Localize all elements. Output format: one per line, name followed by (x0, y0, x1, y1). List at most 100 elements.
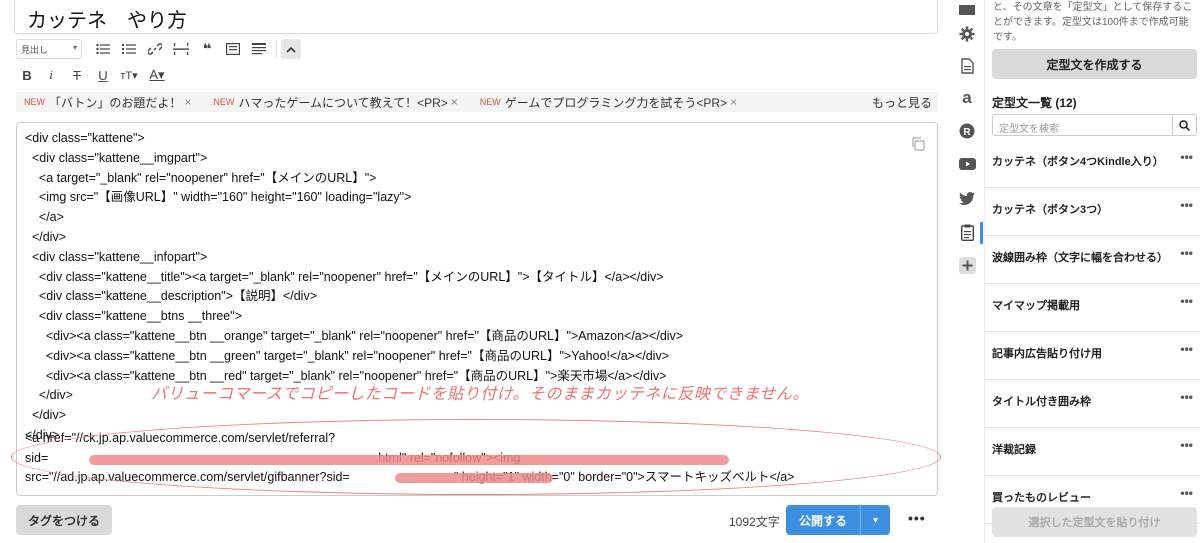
topic-text: ハマったゲームについて教えて！<PR> (238, 95, 448, 110)
template-item[interactable]: 記事内広告貼り付け用 ••• (985, 332, 1200, 380)
handwritten-annotation: バリューコマースでコピーしたコードを貼り付け。そのままカッテネに反映できません。 (151, 384, 809, 403)
align-icon[interactable] (246, 38, 272, 60)
panel-description: と、その文章を「定型文」として保存することができます。定型文は100件まで作成可… (993, 2, 1193, 43)
template-item[interactable]: マイマップ掲載用 ••• (985, 284, 1200, 332)
template-item-name: カッテネ（ボタン4つKindle入り） (992, 156, 1164, 168)
paste-template-button[interactable]: 選択した定型文を貼り付け (992, 507, 1197, 537)
strikethrough-icon[interactable]: T (64, 64, 90, 86)
more-options-icon[interactable]: ••• (1180, 390, 1193, 404)
gear-icon[interactable] (957, 24, 977, 44)
code-line: <div class="kattene__btns __three"> (25, 309, 242, 324)
chevron-down-icon[interactable]: ▾ (861, 515, 890, 526)
code-line: </a> (25, 210, 64, 225)
template-search-input[interactable]: 定型文を検索 (993, 115, 1172, 135)
code-line: <div class="kattene__description">【説明】</… (25, 289, 318, 304)
more-topics-link[interactable]: もっと見る (872, 94, 932, 111)
more-options-icon[interactable]: ••• (1180, 198, 1193, 212)
template-item-name: タイトル付き囲み枠 (992, 396, 1091, 408)
template-item[interactable]: 波線囲み枠（文字に幅を合わせる） ••• (985, 236, 1200, 284)
code-line: <div><a class="kattene__btn __green" tar… (25, 348, 669, 363)
more-options-icon[interactable]: ••• (1180, 294, 1193, 308)
code-line: <img src="【画像URL】" width="160" height="1… (25, 190, 412, 205)
more-options-icon[interactable]: ••• (908, 510, 926, 526)
unordered-list-icon[interactable] (90, 38, 116, 60)
more-options-icon[interactable]: ••• (1180, 246, 1193, 260)
code-line: <a target="_blank" rel="noopener" href="… (25, 170, 377, 185)
more-options-icon[interactable]: ••• (1180, 342, 1193, 356)
heading-select-value: 見出し (21, 45, 49, 55)
clipboard-icon[interactable] (957, 222, 977, 242)
close-icon[interactable]: × (730, 95, 737, 109)
table-icon[interactable] (220, 38, 246, 60)
rakuten-icon[interactable]: R (957, 121, 977, 141)
template-search: 定型文を検索 (992, 114, 1197, 136)
add-tag-button[interactable]: タグをつける (16, 505, 112, 535)
template-item-name: 洋裁記録 (992, 444, 1036, 456)
code-line: <div><a class="kattene__btn __orange" ta… (25, 328, 684, 343)
topic-suggestion[interactable]: NEW ゲームでプログラミング力を試そう<PR> × (472, 94, 737, 111)
ordered-list-icon[interactable] (116, 38, 142, 60)
link-icon[interactable] (142, 38, 168, 60)
collapse-up-icon[interactable] (281, 39, 301, 59)
template-item-name: カッテネ（ボタン3つ） (992, 204, 1109, 216)
new-badge: NEW (213, 97, 235, 107)
new-badge: NEW (24, 97, 45, 107)
close-icon[interactable]: × (184, 95, 191, 109)
topic-suggestion[interactable]: NEW ハマったゲームについて教えて！<PR> × (205, 94, 457, 111)
template-item-name: 波線囲み枠（文字に幅を合わせる） (992, 252, 1168, 264)
sidebar-icon-column: a R (952, 0, 982, 543)
editor-textarea[interactable]: <div class="kattene"> <div class="katten… (11, 122, 941, 496)
amazon-icon[interactable]: a (957, 88, 977, 108)
template-item-name: 買ったものレビュー (992, 492, 1091, 504)
close-icon[interactable]: × (451, 95, 458, 109)
italic-icon[interactable]: i (38, 64, 64, 86)
character-count: 1092文字 (729, 515, 780, 529)
copy-icon[interactable] (911, 137, 925, 156)
template-item-name: 記事内広告貼り付け用 (992, 348, 1102, 360)
code-line: <div class="kattene"> (25, 131, 145, 145)
template-item[interactable]: カッテネ（ボタン4つKindle入り） ••• (985, 140, 1200, 188)
editor-toolbar-row-2: B i T U тT▾ A▾ (16, 64, 172, 86)
editor-toolbar-row-1: 見出し ▾ ❝ (16, 38, 301, 60)
chevron-down-icon: ▾ (72, 43, 77, 52)
template-item-name: マイマップ掲載用 (992, 300, 1080, 312)
template-list: カッテネ（ボタン4つKindle入り） ••• カッテネ（ボタン3つ） ••• 波線囲み… (985, 140, 1200, 524)
template-item[interactable]: タイトル付き囲み枠 ••• (985, 380, 1200, 428)
code-line: <div class="kattene__imgpart"> (25, 150, 208, 165)
active-sidebar-indicator (980, 222, 983, 244)
code-line: <div class="kattene__title"><a target="_… (25, 269, 664, 284)
article-title-field[interactable]: カッテネ やり方 (14, 0, 938, 34)
template-item[interactable]: カッテネ（ボタン3つ） ••• (985, 188, 1200, 236)
plus-icon[interactable] (957, 255, 977, 275)
more-options-icon[interactable]: ••• (1180, 438, 1193, 452)
publish-button[interactable]: 公開する ▾ (786, 505, 890, 535)
more-options-icon[interactable]: ••• (1180, 486, 1193, 500)
font-size-icon[interactable]: тT▾ (116, 64, 142, 86)
topic-text: 「バトン」のお題だよ！ (49, 95, 182, 110)
document-icon[interactable] (957, 56, 977, 76)
topic-suggestions-bar: NEW 「バトン」のお題だよ！ × NEW ハマったゲームについて教えて！<PR> × NE… (16, 92, 938, 112)
more-options-icon[interactable]: ••• (1180, 150, 1193, 164)
hr-icon[interactable] (168, 38, 194, 60)
template-item[interactable]: 洋裁記録 ••• (985, 428, 1200, 476)
code-line: </div> (25, 229, 66, 244)
twitter-icon[interactable] (957, 188, 977, 208)
new-badge: NEW (479, 97, 501, 107)
font-color-icon[interactable]: A▾ (142, 64, 172, 86)
svg-text:R: R (963, 127, 971, 138)
create-template-button[interactable]: 定型文を作成する (992, 49, 1197, 79)
code-line: <div class="kattene__infopart"> (25, 249, 208, 264)
article-title: カッテネ やり方 (27, 10, 187, 32)
quote-icon[interactable]: ❝ (194, 38, 220, 60)
youtube-icon[interactable] (957, 154, 977, 174)
topic-text: ゲームでプログラミング力を試そう<PR> (504, 95, 728, 110)
heading-select[interactable]: 見出し ▾ (16, 39, 82, 59)
folder-icon[interactable] (957, 0, 977, 20)
annotation-ellipse (11, 419, 941, 495)
underline-icon[interactable]: U (90, 64, 116, 86)
bold-icon[interactable]: B (16, 64, 38, 86)
topic-suggestion[interactable]: NEW 「バトン」のお題だよ！ × (16, 94, 191, 111)
template-list-title: 定型文一覧 (12) (992, 96, 1077, 110)
search-icon[interactable] (1172, 115, 1196, 135)
publish-label: 公開する (798, 513, 847, 528)
